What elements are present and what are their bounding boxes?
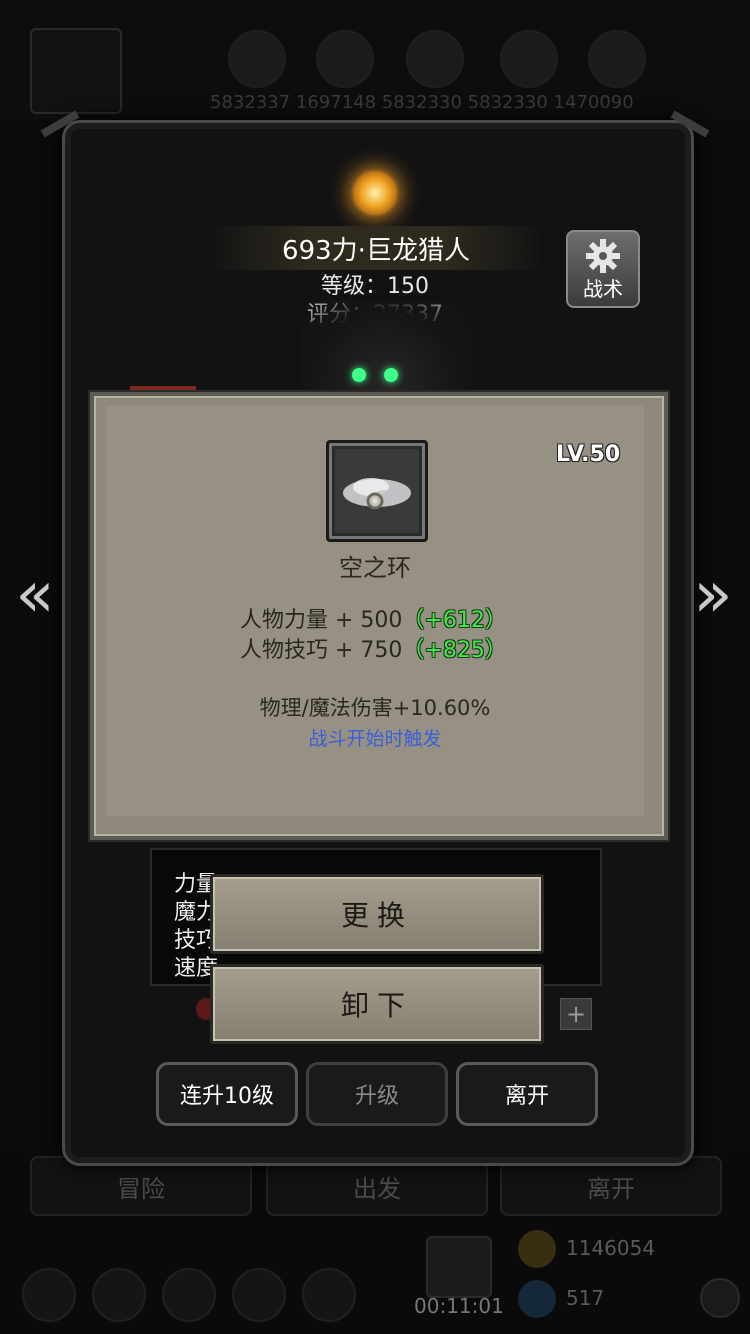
item-trigger: 战斗开始时触发	[308, 728, 442, 750]
gold-icon	[518, 1230, 556, 1268]
menu-icon[interactable]	[22, 1268, 76, 1322]
gear-icon	[586, 238, 620, 273]
item-level: LV.50	[556, 442, 621, 467]
menu-icon[interactable]	[92, 1268, 146, 1322]
timer: 00:11:01	[414, 1294, 504, 1318]
player-avatar[interactable]	[30, 28, 122, 114]
tactic-label: 战术	[583, 276, 623, 301]
gem-icon	[518, 1280, 556, 1318]
add-icon[interactable]	[700, 1278, 740, 1318]
item-icon-frame	[326, 440, 428, 542]
resource-icon[interactable]	[316, 30, 374, 88]
resource-icon[interactable]	[406, 30, 464, 88]
character-name: 693力·巨龙猎人	[208, 226, 544, 270]
menu-icon[interactable]	[162, 1268, 216, 1322]
attribute-label: 人物技巧 + 750	[240, 638, 403, 663]
upgrade-10-button[interactable]: 连升10级	[156, 1062, 298, 1126]
replace-button[interactable]: 更换	[210, 874, 544, 954]
resource-icon[interactable]	[228, 30, 286, 88]
menu-icon[interactable]	[302, 1268, 356, 1322]
add-point-button[interactable]: +	[560, 998, 592, 1030]
next-arrow-icon[interactable]: »	[688, 558, 738, 632]
prev-arrow-icon[interactable]: «	[10, 558, 60, 632]
menu-icon[interactable]	[232, 1268, 286, 1322]
upgrade-button[interactable]: 升级	[306, 1062, 448, 1126]
item-effect: 物理/魔法伤害+10.60%	[259, 696, 491, 720]
tactic-button[interactable]: 战术	[566, 230, 640, 308]
attribute-label: 人物力量 + 500	[240, 608, 403, 633]
rank-emblem-icon	[330, 160, 420, 226]
resource-icon[interactable]	[588, 30, 646, 88]
leave-button[interactable]: 离开	[456, 1062, 598, 1126]
gold-amount: 1146054	[566, 1236, 656, 1260]
gift-icon[interactable]	[426, 1236, 492, 1298]
gem-amount: 517	[566, 1286, 605, 1310]
hero-portrait	[300, 300, 470, 400]
attribute-bonus: （+825）	[402, 638, 507, 663]
ring-icon	[335, 449, 419, 533]
resource-icon[interactable]	[500, 30, 558, 88]
resource-values: 5832337 1697148 5832330 5832330 1470090	[210, 92, 634, 113]
item-attribute: 人物力量 + 500（+612）	[240, 602, 580, 634]
item-name: 空之环	[339, 554, 411, 582]
hero-eyes	[352, 368, 398, 382]
unequip-button[interactable]: 卸下	[210, 964, 544, 1044]
item-attribute: 人物技巧 + 750（+825）	[240, 632, 580, 664]
attribute-bonus: （+612）	[402, 608, 507, 633]
